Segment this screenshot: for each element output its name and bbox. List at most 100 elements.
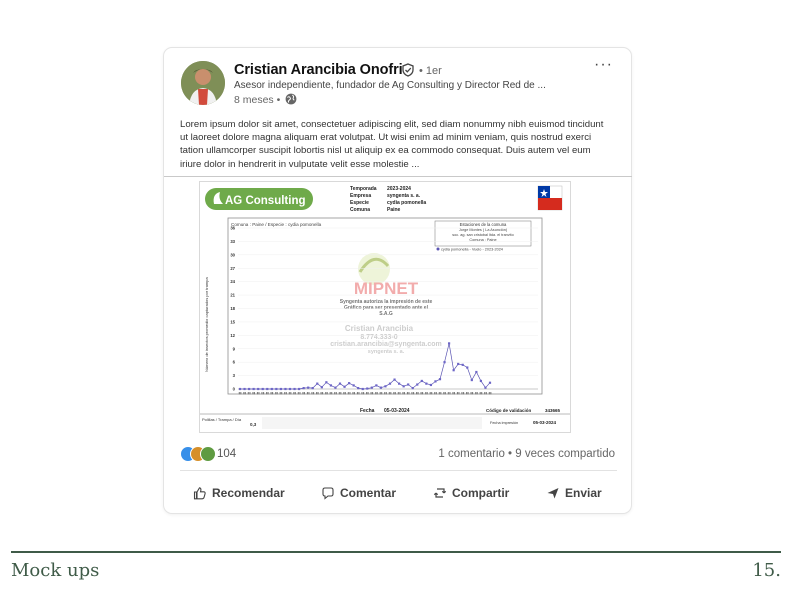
data-point xyxy=(443,361,446,364)
send-button[interactable]: Enviar xyxy=(546,481,602,505)
send-icon xyxy=(547,488,559,499)
recommend-button[interactable]: Recomendar xyxy=(193,481,285,505)
logo-text: AG Consulting xyxy=(225,195,306,207)
comment-button[interactable]: Comentar xyxy=(321,481,396,505)
data-point xyxy=(407,383,410,386)
more-options-icon[interactable]: ··· xyxy=(594,56,613,74)
data-point xyxy=(475,370,478,374)
season-label: Temporada xyxy=(350,186,377,192)
thumbs-up-icon xyxy=(193,487,206,500)
x-tick-label: ▮▮ xyxy=(379,391,383,395)
chart-subtitle: Comuna : Paine / Especie : cydia pomonel… xyxy=(231,222,322,227)
data-point xyxy=(411,387,414,390)
x-tick-label: ▮▮ xyxy=(311,391,315,395)
data-point xyxy=(357,387,360,390)
connection-degree: • 1er xyxy=(419,65,442,77)
y-tick-label: 21 xyxy=(230,293,235,298)
data-point xyxy=(334,386,337,389)
data-point xyxy=(247,387,251,391)
share-button[interactable]: Compartir xyxy=(433,481,509,505)
legend-line-1: Jorge Montes ( La Asunción) xyxy=(459,228,508,232)
y-tick-label: 36 xyxy=(230,226,235,231)
author-headline: Asesor independiente, fundador de Ag Con… xyxy=(234,80,546,91)
reaction-count[interactable]: 104 xyxy=(217,448,236,460)
data-point xyxy=(366,387,369,390)
legend-line-2: soc. ag. san cristobal ltda. el tranvito xyxy=(452,233,513,237)
footer-section-title: Mock ups xyxy=(11,560,100,581)
species-label: Especie xyxy=(350,200,369,206)
linkedin-post-card: Cristian Arancibia Onofri • 1er Asesor i… xyxy=(163,47,632,514)
data-point xyxy=(393,378,396,381)
data-point xyxy=(297,387,301,391)
y-tick-label: 18 xyxy=(230,306,235,311)
comment-icon xyxy=(322,487,334,500)
author-name[interactable]: Cristian Arancibia Onofri xyxy=(234,62,403,78)
y-tick-label: 24 xyxy=(230,279,235,284)
data-point xyxy=(243,387,246,391)
data-point xyxy=(484,386,487,389)
company-label: Empresa xyxy=(350,193,371,199)
validation-label: Código de validación xyxy=(486,408,532,413)
x-tick-label: ▮▮ xyxy=(443,391,447,395)
y-tick-label: 33 xyxy=(230,239,235,244)
data-point xyxy=(488,381,492,384)
x-tick-label: ▮▮ xyxy=(329,391,333,395)
y-tick-label: 30 xyxy=(230,252,235,257)
author-avatar[interactable] xyxy=(181,61,225,105)
data-point xyxy=(329,384,333,387)
repost-icon xyxy=(433,488,447,498)
data-point xyxy=(252,387,255,391)
post-text: Lorem ipsum dolor sit amet, consectetuer… xyxy=(180,119,604,170)
data-point xyxy=(384,385,387,388)
print-date: 05-03-2024 xyxy=(533,420,557,425)
x-tick-label: ▮▮ xyxy=(348,391,352,395)
x-tick-label: ▮▮ xyxy=(452,391,456,395)
x-tick-label: ▮▮ xyxy=(302,391,306,395)
x-tick-label: ▮▮ xyxy=(325,391,329,395)
data-point xyxy=(420,379,423,383)
data-point xyxy=(434,380,437,383)
x-tick-label: ▮▮ xyxy=(375,391,379,395)
x-tick-label: ▮▮ xyxy=(429,391,433,395)
x-tick-label: ▮▮ xyxy=(479,391,483,395)
engagement-stats[interactable]: 1 comentario • 9 veces compartido xyxy=(438,448,615,460)
x-tick-label: ▮▮ xyxy=(470,391,474,395)
post-image[interactable]: AG Consulting Temporada 2023-2024 Empres… xyxy=(199,181,571,433)
data-point xyxy=(352,384,355,387)
x-tick-label: ▮▮ xyxy=(298,391,302,395)
data-point xyxy=(361,387,364,391)
x-tick-label: ▮▮ xyxy=(307,391,311,395)
data-point xyxy=(425,382,428,385)
data-point xyxy=(457,362,460,366)
x-tick-label: ▮▮ xyxy=(488,391,492,395)
watermark-line-3: S.A.G xyxy=(379,311,393,317)
y-tick-label: 15 xyxy=(230,319,235,324)
x-tick-label: ▮▮ xyxy=(484,391,488,395)
x-tick-label: ▮▮ xyxy=(270,391,274,395)
x-tick-label: ▮▮ xyxy=(357,391,361,395)
x-tick-label: ▮▮ xyxy=(366,391,370,395)
data-point xyxy=(429,383,433,387)
data-point xyxy=(270,387,273,391)
legend-series: cydia pomonella - Vuelo - 2023-2024 xyxy=(441,248,503,252)
send-label: Enviar xyxy=(565,486,602,500)
commune-value: Paine xyxy=(387,207,401,213)
x-tick-label: ▮▮ xyxy=(448,391,452,395)
x-tick-label: ▮▮ xyxy=(257,391,261,395)
bottom-left-value: 0,3 xyxy=(250,422,257,427)
legend-title: Estaciones de la comuna xyxy=(460,222,507,227)
x-tick-label: ▮▮ xyxy=(338,391,342,395)
x-tick-label: ▮▮ xyxy=(402,391,406,395)
x-tick-label: ▮▮ xyxy=(320,391,324,395)
data-point xyxy=(261,387,264,391)
x-tick-label: ▮▮ xyxy=(279,391,283,395)
x-tick-label: ▮▮ xyxy=(461,391,465,395)
globe-icon xyxy=(285,93,297,105)
x-tick-label: ▮▮ xyxy=(388,391,392,395)
verified-icon xyxy=(402,63,414,77)
x-tick-label: ▮▮ xyxy=(411,391,415,395)
data-point xyxy=(279,387,283,391)
data-point xyxy=(388,382,392,385)
fecha-label: Fecha xyxy=(360,408,375,414)
y-axis-label: Número de insectos promedio capturados p… xyxy=(204,277,209,372)
